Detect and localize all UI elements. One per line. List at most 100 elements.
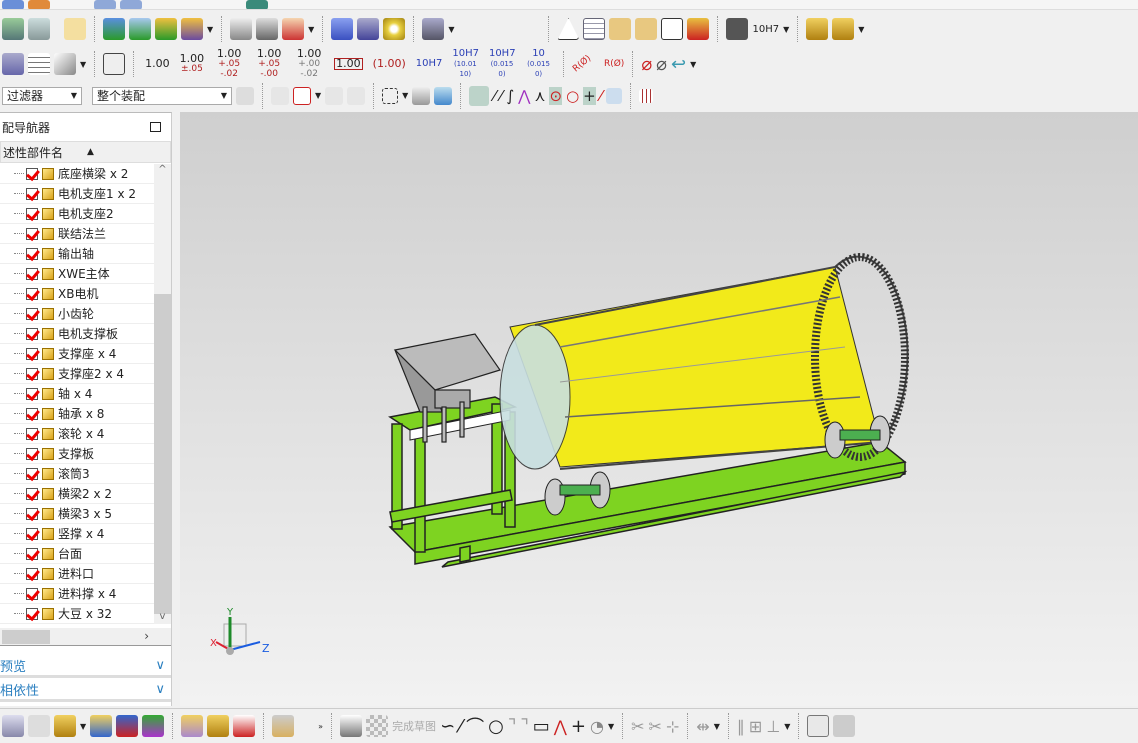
note-icon[interactable]	[64, 18, 86, 40]
tree-node[interactable]: 电机支座2	[0, 204, 154, 224]
visibility-checkbox[interactable]	[26, 547, 38, 560]
tree-node[interactable]: XWE主体	[0, 264, 154, 284]
horizontal-scrollbar[interactable]: ›	[0, 628, 171, 646]
tree-node[interactable]: XB电机	[0, 284, 154, 304]
midpoint-icon[interactable]: ⁄	[500, 87, 503, 105]
visibility-checkbox[interactable]	[26, 427, 38, 440]
chamfer-icon[interactable]: ⌝	[520, 716, 528, 737]
shape-icon[interactable]: ◔	[590, 717, 604, 736]
rectangle-icon[interactable]: ▭	[533, 716, 550, 737]
scope-select[interactable]: 整个装配 ▼	[92, 86, 232, 105]
tree-node[interactable]: 支撑板	[0, 444, 154, 464]
spreadsheet-icon[interactable]	[28, 53, 50, 75]
select-face-icon[interactable]	[434, 86, 453, 105]
filter-select[interactable]: 过滤器 ▼	[2, 86, 82, 105]
tree-node[interactable]: 进料口	[0, 564, 154, 584]
point-on-curve-icon[interactable]: ⁄	[600, 87, 603, 105]
dim-style-tol[interactable]: 10 (0.015 0)	[523, 49, 555, 79]
sketch-settings-icon[interactable]	[807, 715, 830, 737]
curve-point-icon[interactable]: ∫	[506, 87, 514, 105]
visibility-checkbox[interactable]	[26, 327, 38, 340]
arc-icon[interactable]: ⌒	[466, 713, 484, 739]
check-geometry-icon[interactable]	[103, 18, 125, 40]
snap-point-icon[interactable]	[469, 85, 490, 106]
tree-node[interactable]: 支撑座 x 4	[0, 344, 154, 364]
return-icon[interactable]: ↩	[671, 54, 686, 75]
visibility-checkbox[interactable]	[26, 287, 38, 300]
selection-icon[interactable]	[236, 86, 254, 105]
geometric-constraint-icon[interactable]: ∥	[737, 717, 745, 736]
radius-diameter-button[interactable]: R(Ø)	[571, 54, 593, 75]
toolbar-icon[interactable]	[28, 0, 50, 9]
tree-node[interactable]: 台面	[0, 544, 154, 564]
snap-icon[interactable]	[325, 86, 344, 105]
tree-node[interactable]: 轴 x 4	[0, 384, 154, 404]
tree-node[interactable]: 进料撑 x 4	[0, 584, 154, 604]
visibility-checkbox[interactable]	[26, 387, 38, 400]
control-point-icon[interactable]: ⋀	[518, 87, 530, 105]
move-component-icon[interactable]	[90, 715, 113, 737]
dim-style-fit[interactable]: 10H7	[413, 59, 446, 69]
dim-style-fit-limits[interactable]: 10H7 (10.01 10)	[449, 49, 482, 79]
visibility-checkbox[interactable]	[26, 347, 38, 360]
filter-icon[interactable]	[271, 86, 289, 105]
tree-node[interactable]: 支撑座2 x 4	[0, 364, 154, 384]
visibility-checkbox[interactable]	[26, 587, 38, 600]
toolbar-icon[interactable]	[94, 0, 116, 9]
surface-icon[interactable]	[230, 18, 253, 40]
tree-node[interactable]: 横梁3 x 5	[0, 504, 154, 524]
mirror-icon[interactable]	[142, 715, 165, 737]
reattach-icon[interactable]	[833, 715, 856, 737]
box-select-icon[interactable]	[382, 87, 399, 104]
intersection-icon[interactable]: ⋏	[534, 87, 545, 105]
graphics-viewport[interactable]: Y Z X	[180, 112, 1138, 706]
sweep-icon[interactable]	[256, 18, 279, 40]
spring-icon[interactable]	[331, 18, 354, 40]
table-icon[interactable]	[583, 18, 606, 40]
snap-settings-icon[interactable]	[347, 86, 366, 105]
point-icon[interactable]	[282, 18, 305, 40]
grid-icon[interactable]	[639, 88, 654, 103]
tree-node[interactable]: 输出轴	[0, 244, 154, 264]
dim-style-3[interactable]: 1.00 +.05 -.00	[251, 48, 287, 79]
profile-icon[interactable]: ∽	[440, 716, 455, 737]
tree-node[interactable]: 滚轮 x 4	[0, 424, 154, 444]
rapid-dimension-icon[interactable]: ⊞	[749, 717, 762, 736]
component-icon[interactable]	[28, 715, 50, 737]
replace-icon[interactable]	[233, 715, 256, 737]
layer-settings-icon[interactable]	[28, 18, 50, 40]
visibility-checkbox[interactable]	[26, 187, 38, 200]
dependencies-section[interactable]: 相依性 ∨	[0, 680, 171, 702]
make-corner-icon[interactable]: ⊹	[666, 717, 679, 736]
arc-center-icon[interactable]: ⊙	[549, 86, 563, 105]
toolbar-icon[interactable]	[246, 0, 268, 9]
check-clearance-icon[interactable]	[129, 18, 151, 40]
tree-node[interactable]: 电机支座1 x 2	[0, 184, 154, 204]
dim-style-boxed[interactable]: 1.00	[331, 58, 366, 70]
dim-style-fit-tol[interactable]: 10H7 (0.015 0)	[486, 49, 519, 79]
finish-sketch-button[interactable]: 完成草图	[392, 718, 436, 734]
tree-node[interactable]: 竖撑 x 4	[0, 524, 154, 544]
add-component-icon[interactable]	[54, 715, 76, 737]
dim-style-0[interactable]: 1.00	[142, 58, 173, 69]
quick-extend-icon[interactable]: ✂	[649, 717, 662, 736]
offset-curve-icon[interactable]: ⇹	[696, 717, 709, 736]
tree-node[interactable]: 轴承 x 8	[0, 404, 154, 424]
step-dimension-icon[interactable]	[103, 53, 126, 75]
visibility-checkbox[interactable]	[26, 267, 38, 280]
quadrant-icon[interactable]: ○	[566, 87, 579, 105]
attribute-icon[interactable]	[181, 18, 203, 40]
dim-style-2[interactable]: 1.00 +.05 -.02	[211, 48, 247, 79]
tree-node[interactable]: 底座横梁 x 2	[0, 164, 154, 184]
preview-section[interactable]: 预览 ∨	[0, 656, 171, 678]
point-filter-icon[interactable]	[293, 86, 311, 105]
toolbar-icon[interactable]	[2, 0, 24, 9]
visibility-checkbox[interactable]	[26, 367, 38, 380]
point-on-surface-icon[interactable]	[606, 87, 623, 104]
tree-node[interactable]: 联结法兰	[0, 224, 154, 244]
pattern-icon[interactable]	[207, 715, 230, 737]
tree-node[interactable]: 滚筒3	[0, 464, 154, 484]
fit-label[interactable]: 10H7	[752, 24, 779, 35]
visibility-checkbox[interactable]	[26, 487, 38, 500]
disc-spring-icon[interactable]	[383, 18, 406, 40]
